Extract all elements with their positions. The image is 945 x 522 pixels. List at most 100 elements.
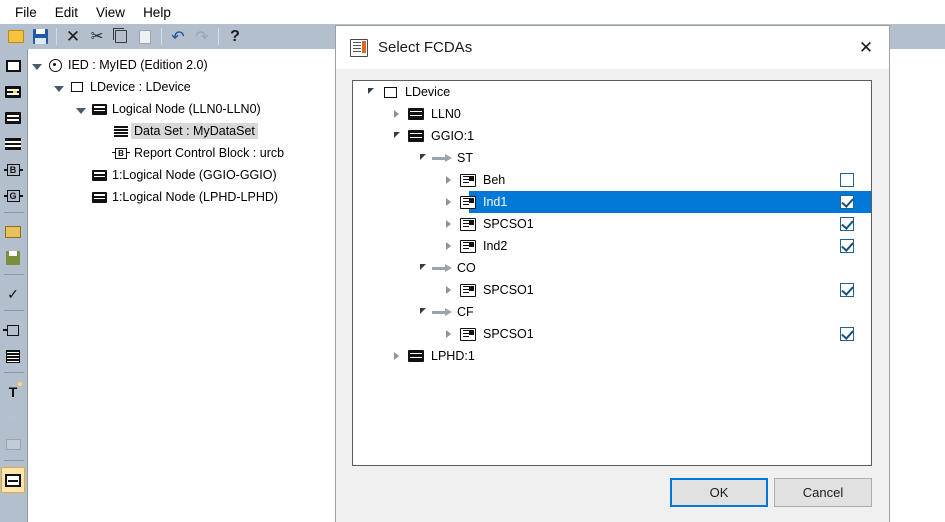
collapse-arrow-icon[interactable] — [413, 308, 431, 315]
fcda-checkbox[interactable] — [840, 327, 854, 341]
fcda-tree-row[interactable]: Ind2 — [353, 235, 871, 257]
menu-item-view[interactable]: View — [87, 3, 134, 22]
expand-arrow-icon[interactable] — [387, 110, 405, 118]
expand-arrow-icon[interactable] — [387, 352, 405, 360]
fcda-tree-row[interactable]: Beh — [353, 169, 871, 191]
fcda-tree-row[interactable]: LDevice — [353, 81, 871, 103]
tree-row-label: LDevice : LDevice — [90, 80, 191, 94]
expand-arrow-icon[interactable] — [439, 220, 457, 228]
toolbar-separator — [161, 28, 162, 45]
table-icon[interactable] — [0, 343, 26, 369]
expand-arrow-icon[interactable] — [439, 330, 457, 338]
tree-row-label: Data Set : MyDataSet — [131, 123, 258, 139]
open-folder-icon[interactable] — [4, 26, 28, 48]
fcda-row-label: LDevice — [405, 85, 451, 99]
fcda-tree[interactable]: LDevice LLN0 GGIO:1 ST Beh Ind1 SPCSO1 Ind2 CO SP… — [352, 80, 872, 466]
fcda-tree-row[interactable]: SPCSO1 — [353, 279, 871, 301]
logical-node-icon — [405, 108, 427, 120]
cancel-button[interactable]: Cancel — [774, 478, 872, 507]
expand-arrow-icon[interactable] — [439, 176, 457, 184]
left-tool-palette: B G ✓ T ✂ — [0, 49, 28, 522]
fcda-tree-row[interactable]: SPCSO1 — [353, 323, 871, 345]
open-folder-dim-icon — [0, 431, 26, 457]
fcda-checkbox[interactable] — [840, 173, 854, 187]
select-fcdas-dialog: Select FCDAs ✕ LDevice LLN0 GGIO:1 ST Beh Ind… — [335, 25, 890, 522]
goose-control-block-icon[interactable]: G — [0, 183, 26, 209]
fcda-row-label: SPCSO1 — [483, 283, 534, 297]
collapse-arrow-icon[interactable] — [413, 264, 431, 271]
dialog-body: LDevice LLN0 GGIO:1 ST Beh Ind1 SPCSO1 Ind2 CO SP… — [336, 69, 889, 522]
new-folder-icon[interactable] — [0, 79, 26, 105]
open-file-icon[interactable] — [0, 219, 26, 245]
checkbox-column — [823, 81, 871, 465]
fcda-tree-row[interactable]: Ind1 — [353, 191, 871, 213]
collapse-arrow-icon[interactable] — [51, 80, 67, 94]
delete-icon[interactable]: ✕ — [61, 26, 85, 48]
folder-icon[interactable] — [0, 105, 26, 131]
report-control-block-icon: B — [111, 147, 131, 159]
validate-icon[interactable]: ✓ — [0, 281, 26, 307]
menu-item-edit[interactable]: Edit — [46, 3, 87, 22]
expand-arrow-icon[interactable] — [439, 286, 457, 294]
fcda-tree-row[interactable]: ST — [353, 147, 871, 169]
port-icon[interactable] — [0, 317, 26, 343]
fcda-tree-row[interactable]: CO — [353, 257, 871, 279]
fcda-row-label: LLN0 — [431, 107, 461, 121]
help-icon[interactable]: ? — [223, 26, 247, 48]
save-file-icon[interactable] — [0, 245, 26, 271]
report-control-block-icon[interactable]: B — [0, 157, 26, 183]
data-object-icon — [457, 327, 479, 341]
collapse-arrow-icon[interactable] — [73, 102, 89, 116]
expand-arrow-icon[interactable] — [439, 242, 457, 250]
expand-arrow-icon[interactable] — [439, 198, 457, 206]
logical-node-icon — [89, 103, 109, 115]
fcda-row-label: SPCSO1 — [483, 327, 534, 341]
palette-separator — [0, 310, 27, 317]
data-set-icon[interactable] — [0, 131, 26, 157]
fcda-tree-row[interactable]: LLN0 — [353, 103, 871, 125]
fcda-row-label: Ind2 — [483, 239, 508, 253]
tree-row-label: 1:Logical Node (GGIO-GGIO) — [112, 168, 277, 182]
collapse-arrow-icon[interactable] — [387, 132, 405, 139]
new-substation-icon[interactable] — [0, 53, 26, 79]
ok-button[interactable]: OK — [670, 478, 768, 507]
window-icon[interactable] — [1, 467, 25, 493]
logical-node-icon — [405, 350, 427, 362]
fcda-row-label: GGIO:1 — [431, 129, 475, 143]
data-set-icon — [111, 125, 131, 137]
undo-icon[interactable]: ↶ — [166, 26, 190, 48]
collapse-arrow-icon[interactable] — [29, 58, 45, 72]
scissors-icon: ✂ — [7, 410, 19, 425]
fcda-row-label: SPCSO1 — [483, 217, 534, 231]
fcda-row-label: CF — [457, 305, 474, 319]
cut-icon[interactable]: ✂ — [85, 26, 109, 48]
tree-row-label: 1:Logical Node (LPHD-LPHD) — [112, 190, 279, 204]
dialog-title: Select FCDAs — [378, 39, 473, 56]
menu-item-file[interactable]: File — [6, 3, 46, 22]
paste-icon[interactable] — [133, 26, 157, 48]
palette-separator — [0, 372, 27, 379]
toolbar-separator — [218, 28, 219, 45]
save-icon[interactable] — [28, 26, 52, 48]
menu-item-help[interactable]: Help — [134, 3, 180, 22]
fc-arrow-icon — [431, 153, 453, 163]
fcda-checkbox[interactable] — [840, 283, 854, 297]
collapse-arrow-icon[interactable] — [413, 154, 431, 161]
row-selection-highlight — [469, 191, 871, 213]
palette-separator — [0, 274, 27, 281]
fcda-checkbox[interactable] — [840, 239, 854, 253]
close-icon[interactable]: ✕ — [843, 26, 889, 69]
fcda-checkbox[interactable] — [840, 195, 854, 209]
fcda-tree-row[interactable]: SPCSO1 — [353, 213, 871, 235]
fcda-tree-row[interactable]: GGIO:1 — [353, 125, 871, 147]
fcda-tree-row[interactable]: CF — [353, 301, 871, 323]
text-icon[interactable]: T — [0, 379, 26, 405]
fcda-row-label: ST — [457, 151, 473, 165]
menu-bar: File Edit View Help — [0, 0, 945, 24]
fcda-checkbox[interactable] — [840, 217, 854, 231]
fc-arrow-icon — [431, 307, 453, 317]
collapse-arrow-icon[interactable] — [361, 88, 379, 95]
copy-icon[interactable] — [109, 26, 133, 48]
redo-icon: ↷ — [195, 28, 209, 46]
fcda-tree-row[interactable]: LPHD:1 — [353, 345, 871, 367]
